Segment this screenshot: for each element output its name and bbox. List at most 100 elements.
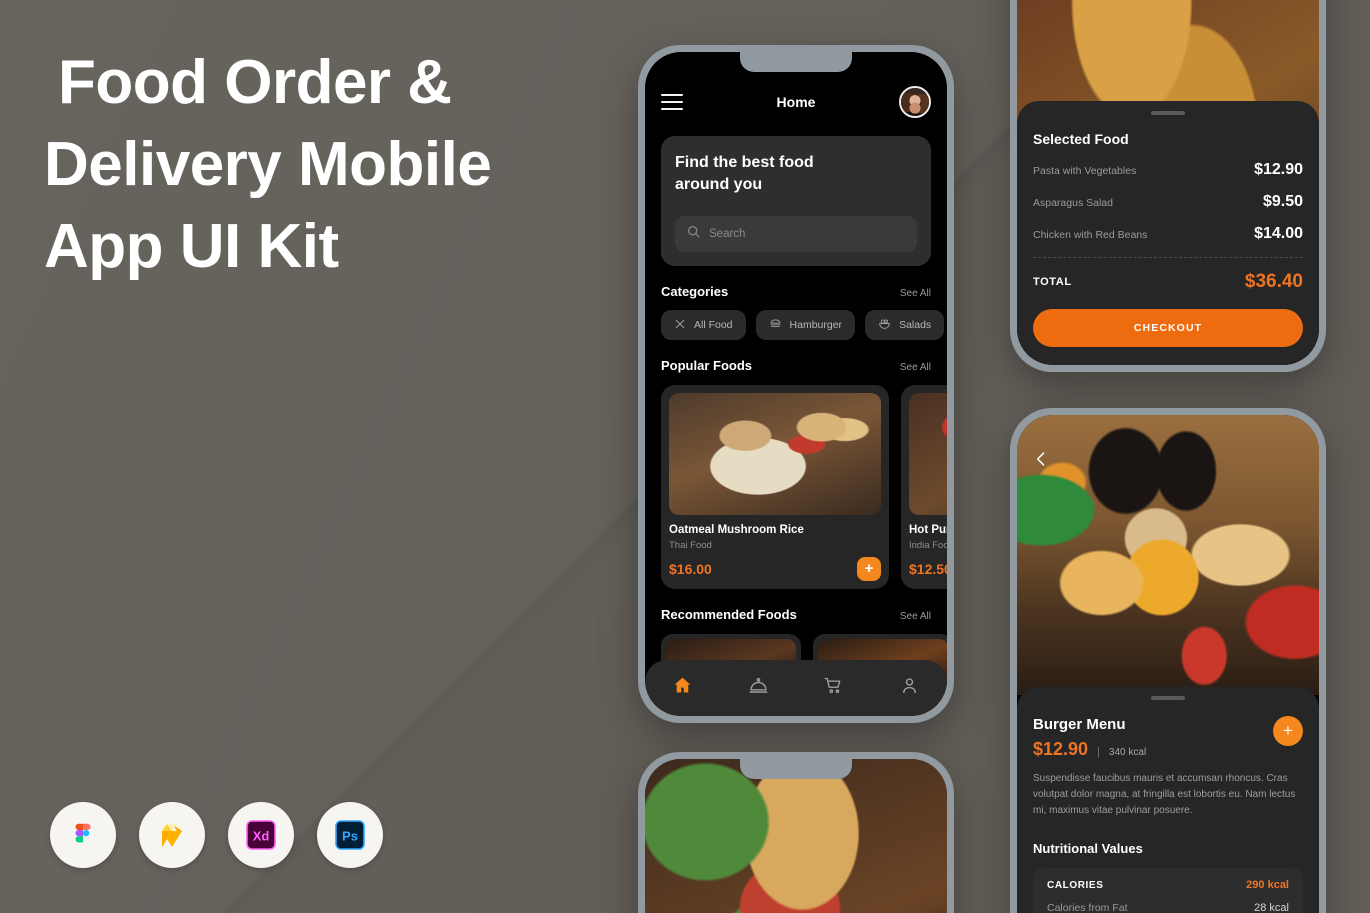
hamburger-menu-icon[interactable] — [661, 94, 683, 110]
cart-icon — [823, 677, 844, 700]
detail-separator: | — [1097, 746, 1100, 758]
nutrition-value: 28 kcal — [1254, 902, 1289, 913]
phone-mockup-home: Home Find the best food around you Searc… — [638, 45, 954, 723]
summary-row: Pasta with Vegetables $12.90 — [1033, 161, 1303, 179]
adobe-xd-icon: Xd — [244, 818, 278, 852]
svg-text:Xd: Xd — [253, 829, 270, 844]
app-format-badges: Xd Ps — [50, 802, 383, 868]
food-cuisine: India Food — [909, 540, 947, 551]
nutrition-label: Calories from Fat — [1047, 902, 1128, 913]
recommended-title: Recommended Foods — [661, 607, 797, 622]
category-chip-hamburger[interactable]: Hamburger — [755, 310, 856, 340]
add-to-cart-button[interactable]: + — [857, 557, 881, 581]
category-chip-list[interactable]: All Food Hamburger Salads — [661, 310, 947, 340]
phone-mockup-detail: Burger Menu $12.90 | 340 kcal + Suspendi… — [1010, 408, 1326, 913]
summary-label: Asparagus Salad — [1033, 197, 1113, 209]
detail-hero-image — [1017, 415, 1319, 695]
tab-profile[interactable] — [899, 675, 920, 701]
dish-cloche-icon — [748, 678, 769, 700]
category-chip-all-food[interactable]: All Food — [661, 310, 746, 340]
svg-text:Ps: Ps — [342, 829, 358, 844]
detail-kcal: 340 kcal — [1108, 747, 1147, 758]
selected-food-title: Selected Food — [1033, 131, 1129, 147]
hero-title-line-2: around you — [675, 176, 763, 193]
categories-title: Categories — [661, 284, 729, 299]
nutrition-label: CALORIES — [1047, 879, 1104, 891]
food-image — [669, 393, 881, 515]
bottom-tab-bar[interactable] — [645, 660, 947, 716]
profile-icon — [899, 678, 920, 700]
figma-badge — [50, 802, 116, 868]
popular-title: Popular Foods — [661, 358, 752, 373]
recommended-see-all[interactable]: See All — [900, 611, 931, 622]
category-chip-label: Hamburger — [789, 319, 843, 331]
food-name: Oatmeal Mushroom Rice — [669, 524, 804, 536]
page-title: Food Order & Delivery Mobile App UI Kit — [44, 42, 604, 288]
home-screen: Home Find the best food around you Searc… — [645, 52, 947, 716]
photoshop-icon: Ps — [333, 818, 367, 852]
detail-price: $12.90 — [1033, 739, 1089, 759]
headline-line-3: App UI Kit — [44, 212, 339, 281]
checkout-button[interactable]: CHECKOUT — [1033, 309, 1303, 347]
category-chip-salads[interactable]: Salads — [865, 310, 945, 340]
summary-label: Pasta with Vegetables — [1033, 165, 1137, 177]
popular-header: Popular Foods See All — [661, 358, 931, 373]
home-hero-card: Find the best food around you Search — [661, 136, 931, 266]
summary-value: $9.50 — [1262, 193, 1303, 210]
nutrition-row: Calories from Fat 28 kcal — [1047, 902, 1289, 913]
food-thumbnail — [645, 759, 947, 913]
home-icon — [672, 677, 693, 700]
summary-row: Asparagus Salad $9.50 — [1033, 193, 1303, 211]
nutrition-row: CALORIES 290 kcal — [1047, 879, 1289, 891]
cart-screen: Chicken with Red Beans Salads $14.00 − 1… — [1017, 0, 1319, 365]
phone-notch — [740, 759, 852, 779]
headline-line-2: Delivery Mobile — [44, 130, 492, 199]
food-price: $12.50 — [909, 561, 947, 577]
phone-notch — [740, 52, 852, 72]
tab-menu[interactable] — [748, 675, 769, 701]
summary-value: $14.00 — [1254, 225, 1303, 242]
photoshop-badge: Ps — [317, 802, 383, 868]
total-value: $36.40 — [1244, 271, 1303, 292]
total-label: TOTAL — [1033, 276, 1072, 288]
popular-see-all[interactable]: See All — [900, 362, 931, 373]
categories-see-all[interactable]: See All — [900, 288, 931, 299]
search-icon — [687, 225, 700, 243]
food-thumbnail — [1017, 0, 1319, 365]
tab-cart[interactable] — [823, 675, 844, 701]
search-screen: Search Items Pasta with Vegetables Itali… — [645, 759, 947, 913]
cutlery-icon — [674, 318, 686, 333]
headline-line-1: Food Order & — [58, 48, 452, 117]
phone-mockup-cart: Chicken with Red Beans Salads $14.00 − 1… — [1010, 0, 1326, 372]
categories-header: Categories See All — [661, 284, 931, 299]
recommended-header: Recommended Foods See All — [661, 607, 931, 622]
add-to-cart-button[interactable]: + — [1273, 716, 1303, 746]
hero-title-line-1: Find the best food — [675, 154, 814, 171]
detail-title: Burger Menu — [1033, 716, 1126, 733]
food-card[interactable]: Hot Pump India Food $12.50 + — [901, 385, 947, 589]
selected-food-sheet: Selected Food Pasta with Vegetables $12.… — [1017, 101, 1319, 365]
food-name: Hot Pump — [909, 524, 947, 536]
food-card[interactable]: Oatmeal Mushroom Rice Thai Food $16.00 + — [661, 385, 889, 589]
food-image — [909, 393, 947, 515]
popular-food-list: Oatmeal Mushroom Rice Thai Food $16.00 +… — [661, 385, 947, 589]
total-row: TOTAL $36.40 — [1033, 271, 1303, 293]
sketch-badge — [139, 802, 205, 868]
search-placeholder: Search — [709, 228, 746, 240]
tab-home[interactable] — [672, 675, 693, 701]
salad-icon — [878, 317, 891, 333]
nutrition-card: CALORIES 290 kcal Calories from Fat 28 k… — [1033, 868, 1303, 913]
category-chip-label: Salads — [899, 319, 932, 331]
food-price: $16.00 — [669, 561, 712, 577]
nutritional-values-title: Nutritional Values — [1033, 841, 1143, 856]
search-input[interactable]: Search — [675, 216, 917, 252]
summary-value: $12.90 — [1254, 161, 1303, 178]
search-result-row[interactable]: Pasta with Vegetables Italian Cuisine $1… — [645, 759, 947, 913]
user-avatar[interactable] — [899, 86, 931, 118]
sheet-grabber[interactable] — [1151, 696, 1185, 700]
back-arrow-icon[interactable] — [1031, 449, 1051, 474]
home-app-bar: Home — [645, 74, 947, 130]
detail-description: Suspendisse faucibus mauris et accumsan … — [1033, 773, 1296, 816]
nutrition-value: 290 kcal — [1246, 879, 1289, 891]
sheet-grabber[interactable] — [1151, 111, 1185, 115]
